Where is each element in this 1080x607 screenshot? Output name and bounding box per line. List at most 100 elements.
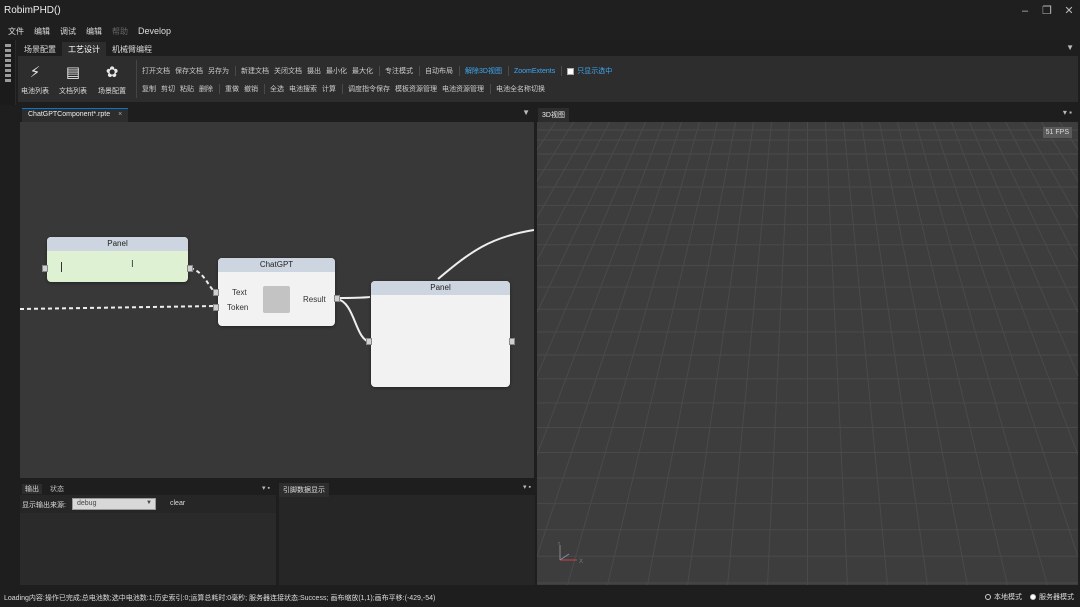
tab-robot-programming[interactable]: 机械臂编程	[106, 42, 158, 56]
output-panel: 输出 状态 ▾ ▪ 显示输出来源: debug ▼ clear	[20, 481, 276, 585]
panel-node-2[interactable]: Panel	[371, 281, 510, 387]
chatgpt-node-title: ChatGPT	[218, 258, 335, 272]
document-list-button[interactable]: ▤ 文档列表	[56, 64, 90, 96]
wire-result-2	[336, 298, 371, 343]
open-doc-button[interactable]: 打开文档	[142, 66, 170, 76]
tab-3d-view[interactable]: 3D视图	[538, 108, 569, 122]
text-input-port[interactable]	[213, 289, 219, 296]
mode-switch: 本地模式 服务器模式	[985, 592, 1074, 602]
zoom-extents-button[interactable]: ZoomExtents	[514, 68, 555, 75]
scene-config-button[interactable]: ✿ 场景配置	[95, 64, 129, 96]
show-selected-checkbox[interactable]	[567, 67, 575, 75]
tab-chatgpt-component[interactable]: ChatGPTComponent*.rpte ×	[22, 108, 129, 122]
paste-button[interactable]: 粘贴	[180, 84, 194, 94]
side-tab-text-icon	[5, 44, 11, 84]
result-output-label: Result	[303, 295, 326, 304]
battery-fullname-toggle[interactable]: 电池全名称切换	[496, 84, 545, 94]
chatgpt-node[interactable]: ChatGPT Text Token Result	[218, 258, 335, 326]
local-mode-label: 本地模式	[994, 594, 1022, 601]
tab-output[interactable]: 输出	[22, 484, 42, 494]
minimize-button[interactable]: 最小化	[326, 66, 347, 76]
panel2-output-port[interactable]	[509, 338, 515, 345]
menu-edit-2[interactable]: 编辑	[86, 26, 102, 37]
redo-button[interactable]: 重做	[225, 84, 239, 94]
menu-develop[interactable]: Develop	[138, 26, 171, 36]
panel1-input-port[interactable]	[42, 265, 48, 272]
tab-status[interactable]: 状态	[50, 484, 64, 494]
save-as-button[interactable]: 另存为	[208, 66, 229, 76]
local-mode-radio[interactable]: 本地模式	[985, 592, 1022, 602]
clear-button[interactable]: clear	[170, 500, 185, 507]
delete-button[interactable]: 删除	[199, 84, 213, 94]
ribbon-row-2: 复制 剪切 粘贴 删除 重做 撤销 全选 电池搜索 计算 调度指令保存 模板资源…	[142, 84, 550, 94]
save-doc-button[interactable]: 保存文档	[175, 66, 203, 76]
node-canvas[interactable]: Panel I ChatGPT Text Token Result Panel	[20, 122, 534, 478]
battery-search-button[interactable]: 电池搜索	[289, 84, 317, 94]
server-mode-radio[interactable]: 服务器模式	[1030, 592, 1074, 602]
close-icon[interactable]: ✕	[1058, 0, 1080, 22]
scene-config-icon: ✿	[105, 64, 119, 81]
window-controls: – ❐ ✕	[1014, 0, 1080, 22]
auto-layout-button[interactable]: 自动布局	[425, 66, 453, 76]
pin-icon[interactable]: ▾ ▪	[1063, 108, 1072, 117]
tab-process-design[interactable]: 工艺设计	[62, 42, 106, 56]
ribbon: ⚡ 电池列表 ▤ 文档列表 ✿ 场景配置 打开文档 保存文档 另存为 新建文档 …	[18, 56, 1078, 102]
panel1-output-port[interactable]	[187, 265, 193, 272]
result-output-port[interactable]	[334, 295, 340, 302]
menu-edit[interactable]: 编辑	[34, 26, 50, 37]
panel-node-1[interactable]: Panel I	[47, 237, 188, 282]
close-tab-icon[interactable]: ×	[118, 111, 122, 118]
detach-3d-view-button[interactable]: 解除3D视图	[465, 66, 502, 76]
3d-viewport[interactable]: 51 FPS X Y	[537, 122, 1078, 585]
output-source-value: debug	[77, 500, 97, 507]
maximize-button[interactable]: 最大化	[352, 66, 373, 76]
ibeam-cursor-icon: I	[131, 259, 134, 270]
undo-button[interactable]: 撤销	[244, 84, 258, 94]
pin-data-pin-icon[interactable]: ▾ ▪	[523, 483, 531, 491]
dashed-wire-token	[20, 305, 217, 310]
wire-result-1	[336, 296, 371, 299]
cut-button[interactable]: 剪切	[161, 84, 175, 94]
template-manage-button[interactable]: 模板资源管理	[395, 84, 437, 94]
battery-icon: ⚡	[29, 64, 41, 81]
app-title: RobimPHD()	[4, 5, 61, 16]
select-all-button[interactable]: 全选	[270, 84, 284, 94]
panel2-input-port[interactable]	[366, 338, 372, 345]
focus-mode-button[interactable]: 专注模式	[385, 66, 413, 76]
close-doc-button[interactable]: 关闭文档	[274, 66, 302, 76]
chevron-down-icon: ▼	[146, 500, 152, 506]
copy-button[interactable]: 复制	[142, 84, 156, 94]
minimize-icon[interactable]: –	[1014, 0, 1036, 22]
output-tabs: 输出 状态 ▾ ▪	[20, 481, 276, 495]
battery-list-button[interactable]: ⚡ 电池列表	[18, 64, 52, 96]
compute-button[interactable]: 计算	[322, 84, 336, 94]
tab-scene-config[interactable]: 场景配置	[18, 42, 62, 56]
output-source-select[interactable]: debug ▼	[72, 498, 156, 510]
text-caret	[61, 262, 62, 272]
show-selected-label: 只显示选中	[577, 68, 613, 75]
new-doc-button[interactable]: 新建文档	[241, 66, 269, 76]
tab-pin-data[interactable]: 引脚数据显示	[279, 483, 329, 497]
menu-file[interactable]: 文件	[8, 26, 24, 37]
ribbon-collapse-icon[interactable]: ▼	[1066, 43, 1074, 52]
view3d-tab-strip: 3D视图 ▾ ▪	[536, 106, 1078, 122]
pin-data-tabs: 引脚数据显示 ▾ ▪	[279, 481, 535, 497]
exit-button[interactable]: 摄出	[307, 66, 321, 76]
ribbon-divider	[136, 60, 137, 98]
side-collapsed-tab[interactable]	[0, 40, 16, 105]
schedule-save-button[interactable]: 调度指令保存	[348, 84, 390, 94]
axis-gizmo-icon: X Y	[557, 542, 583, 565]
menu-debug[interactable]: 调试	[60, 26, 76, 37]
restore-icon[interactable]: ❐	[1036, 0, 1058, 22]
battery-resource-button[interactable]: 电池资源管理	[442, 84, 484, 94]
axis-y-label: Y	[557, 542, 561, 547]
output-pin-icon[interactable]: ▾ ▪	[262, 484, 270, 492]
text-input-label: Text	[232, 288, 247, 297]
token-input-label: Token	[227, 303, 249, 312]
editor-tab-label: ChatGPTComponent*.rpte	[28, 111, 111, 118]
ribbon-row-1: 打开文档 保存文档 另存为 新建文档 关闭文档 摄出 最小化 最大化 专注模式 …	[142, 66, 617, 76]
token-input-port[interactable]	[213, 304, 219, 311]
tab-dropdown-icon[interactable]: ▼	[522, 108, 530, 117]
output-log[interactable]	[20, 513, 276, 585]
menu-help: 帮助	[112, 26, 128, 36]
